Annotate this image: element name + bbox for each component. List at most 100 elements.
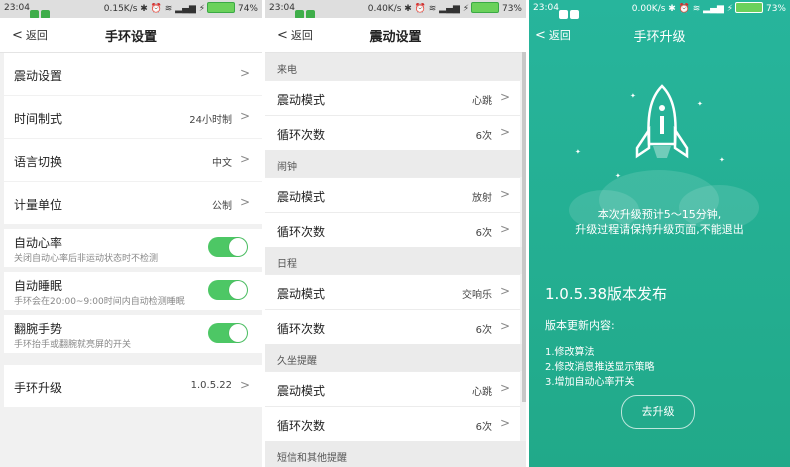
menu-item-vibration[interactable]: 震动设置 > [4,53,262,95]
section-label: 闹钟 [277,162,297,173]
menu-item-units[interactable]: 计量单位 公制 > [4,182,262,224]
menu-item-value: 中文 [212,158,232,169]
section-header: 日程 [265,247,526,274]
vibration-settings-screen: 23:04 0.40K/s ✱ ⏰ ≋ ▂▄▆ ⚡ 73% < 返回 震动设置 来… [265,0,526,467]
upgrade-info-line: 升级过程请保持升级页面,不能退出 [575,223,744,236]
auto-heart-rate-toggle[interactable] [208,237,248,257]
menu-item-label: 时间制式 [14,112,63,126]
menu-item-value: 公制 [212,201,232,212]
row-value: 交响乐 [462,290,492,301]
upgrade-info-line: 本次升级预计5～15分钟, [597,208,722,221]
status-bar: 23:04 0.15K/s ✱ ⏰ ≋ ▂▄▆ ⚡ 74% [0,0,262,19]
chevron-right-icon: > [239,195,250,209]
star-icon: ✦ [697,100,703,108]
band-settings-screen: 23:04 0.15K/s ✱ ⏰ ≋ ▂▄▆ ⚡ 74% < 返回 手环设置 震… [0,0,262,467]
scrollbar[interactable] [522,52,526,402]
status-right: 0.15K/s ✱ ⏰ ≋ ▂▄▆ ⚡ 74% [103,2,258,14]
section-label: 日程 [277,259,297,270]
version-title: 1.0.5.38版本发布 [545,285,668,303]
menu-item-label: 震动设置 [14,69,63,83]
row-label: 震动模式 [277,93,326,107]
network-speed: 0.40K/s [367,4,402,14]
menu-item-label: 手环升级 [14,381,63,395]
loop-count-row[interactable]: 循环次数 6次 > [265,115,520,150]
row-value: 6次 [475,131,492,142]
chevron-right-icon: > [499,187,510,201]
section-label: 久坐提醒 [277,356,317,367]
toggle-row-auto-heart-rate: 自动心率 关闭自动心率后非运动状态时不检测 [4,229,262,267]
menu-item-value: 24小时制 [189,115,232,126]
row-label: 震动模式 [277,190,326,204]
chevron-right-icon: > [499,222,510,236]
network-speed: 0.15K/s [103,4,138,14]
menu-item-label: 计量单位 [14,198,63,212]
loop-count-row[interactable]: 循环次数 6次 > [265,212,520,247]
menu-item-value: 1.0.5.22 [190,380,232,391]
row-value: 心跳 [472,387,492,398]
row-label: 循环次数 [277,128,326,142]
row-value: 6次 [475,325,492,336]
battery-level: 73% [765,4,786,14]
chevron-right-icon: > [499,125,510,139]
toggle-label: 翻腕手势 [14,322,63,336]
toggle-row-auto-sleep: 自动睡眠 手环会在20:00~9:00时间内自动检测睡眠 [4,272,262,310]
chevron-right-icon: > [499,381,510,395]
status-time: 23:04 [269,3,295,13]
chevron-right-icon: > [499,90,510,104]
battery-level: 74% [237,4,258,14]
header: < 返回 手环升级 [529,18,790,52]
section-label: 来电 [277,65,297,76]
network-speed: 0.00K/s [631,4,666,14]
menu-item-language[interactable]: 语言切换 中文 > [4,139,262,181]
header: < 返回 震动设置 [265,18,526,53]
toggle-label: 自动睡眠 [14,279,63,293]
rocket-icon [635,84,689,159]
row-label: 震动模式 [277,384,326,398]
wrist-gesture-toggle[interactable] [208,323,248,343]
section-header: 短信和其他提醒 [265,441,526,467]
vibration-mode-row[interactable]: 震动模式 心跳 > [265,80,520,115]
start-upgrade-button[interactable]: 去升级 [621,395,695,429]
section-header: 闹钟 [265,150,526,177]
section-header: 久坐提醒 [265,344,526,371]
update-note: 1.修改算法 [545,347,595,358]
update-note: 2.修改消息推送显示策略 [545,362,655,373]
section-label: 短信和其他提醒 [277,453,347,464]
chevron-right-icon: > [239,109,250,123]
status-right: 0.00K/s ✱ ⏰ ≋ ▂▄▆ ⚡ 73% [631,2,786,14]
update-notes-title: 版本更新内容: [545,319,615,332]
vibration-mode-row[interactable]: 震动模式 心跳 > [265,371,520,406]
battery-icon [471,2,500,13]
loop-count-row[interactable]: 循环次数 6次 > [265,309,520,344]
status-time: 23:04 [4,3,30,13]
chevron-right-icon: > [499,284,510,298]
row-label: 震动模式 [277,287,326,301]
row-value: 6次 [475,228,492,239]
toggle-description: 关闭自动心率后非运动状态时不检测 [14,254,159,264]
status-right: 0.40K/s ✱ ⏰ ≋ ▂▄▆ ⚡ 73% [367,2,522,14]
status-time: 23:04 [533,3,559,13]
chevron-right-icon: > [239,378,250,392]
vibration-mode-row[interactable]: 震动模式 放射 > [265,177,520,212]
battery-level: 73% [501,4,522,14]
battery-icon [735,2,764,13]
chevron-right-icon: > [239,66,250,80]
update-note: 3.增加自动心率开关 [545,377,635,388]
row-value: 心跳 [472,96,492,107]
chevron-right-icon: > [239,152,250,166]
row-label: 循环次数 [277,322,326,336]
star-icon: ✦ [575,148,581,156]
status-bar: 23:04 0.40K/s ✱ ⏰ ≋ ▂▄▆ ⚡ 73% [265,0,526,19]
vibration-mode-row[interactable]: 震动模式 交响乐 > [265,274,520,309]
star-icon: ✦ [719,156,725,164]
menu-item-band-upgrade[interactable]: 手环升级 1.0.5.22 > [4,365,262,407]
toggle-description: 手环会在20:00~9:00时间内自动检测睡眠 [14,297,185,307]
row-label: 循环次数 [277,225,326,239]
toggle-row-wrist-gesture: 翻腕手势 手环抬手或翻腕就亮屏的开关 [4,315,262,353]
auto-sleep-toggle[interactable] [208,280,248,300]
chevron-right-icon: > [499,416,510,430]
loop-count-row[interactable]: 循环次数 6次 > [265,406,520,441]
menu-item-time-format[interactable]: 时间制式 24小时制 > [4,96,262,138]
section-header: 来电 [265,53,526,80]
page-title: 手环设置 [104,30,157,45]
